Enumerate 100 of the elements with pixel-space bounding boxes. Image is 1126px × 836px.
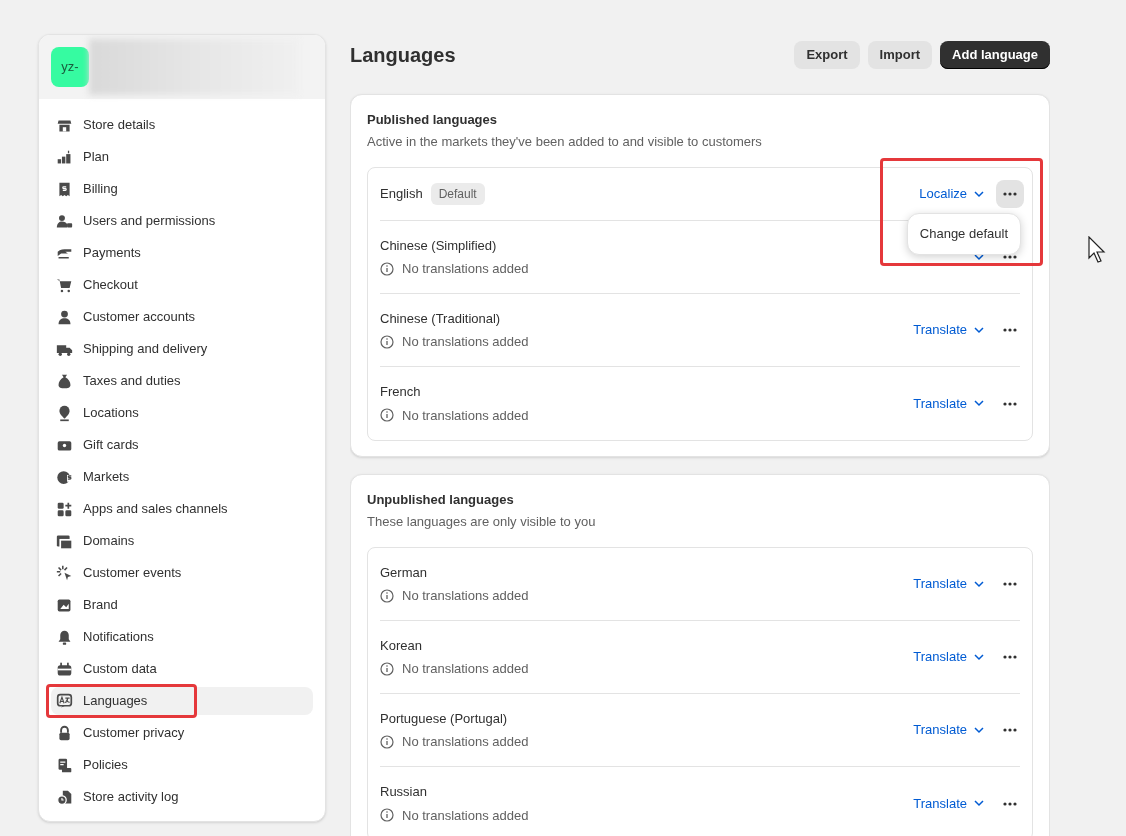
sidebar-icon xyxy=(56,724,73,742)
sidebar-item[interactable]: Shipping and delivery xyxy=(51,335,313,363)
sidebar-label: Brand xyxy=(83,596,118,615)
sidebar-item[interactable]: Checkout xyxy=(51,271,313,299)
sidebar-label: Languages xyxy=(83,692,148,711)
translation-status: No translations added xyxy=(402,733,529,751)
default-badge: Default xyxy=(430,183,485,205)
sidebar-icon xyxy=(56,372,73,390)
sidebar-item[interactable]: Notifications xyxy=(51,623,313,651)
section-subtitle: These languages are only visible to you xyxy=(367,514,597,530)
section-title: Unpublished languages xyxy=(367,492,515,508)
chevron-down-icon xyxy=(974,326,984,334)
sidebar-icon xyxy=(56,564,73,582)
translation-status: No translations added xyxy=(402,660,529,678)
more-options-icon xyxy=(1003,801,1017,806)
chevron-down-icon xyxy=(974,800,984,807)
header-button[interactable]: Import xyxy=(867,41,933,69)
action-link[interactable]: Translate xyxy=(905,789,992,818)
sidebar-item[interactable]: Taxes and duties xyxy=(51,367,313,395)
sidebar-label: Users and permissions xyxy=(83,212,216,231)
menu-item[interactable]: Change default xyxy=(911,218,1016,250)
more-options-icon xyxy=(1003,582,1017,586)
more-options-icon xyxy=(1003,655,1017,659)
sidebar-label: Locations xyxy=(83,404,139,423)
sidebar-icon xyxy=(56,468,73,486)
more-options-icon xyxy=(1003,255,1017,259)
sidebar-item[interactable]: Policies xyxy=(51,751,313,779)
sidebar-item[interactable]: Customer privacy xyxy=(51,719,313,747)
sidebar-label: Notifications xyxy=(83,628,154,647)
more-options-button[interactable] xyxy=(996,180,1024,208)
sidebar-item[interactable]: Plan xyxy=(51,143,313,171)
more-options-icon xyxy=(1003,401,1017,406)
sidebar-icon xyxy=(56,404,73,422)
sidebar-item[interactable]: Payments xyxy=(51,239,313,267)
sidebar-label: Policies xyxy=(83,756,128,775)
language-name: Korean xyxy=(380,636,422,655)
sidebar-icon xyxy=(56,788,73,806)
sidebar-label: Payments xyxy=(83,244,141,263)
sidebar-item[interactable]: Billing xyxy=(51,175,313,203)
action-link[interactable]: Translate xyxy=(905,716,992,744)
action-link[interactable]: Translate xyxy=(905,316,992,344)
sidebar-icon xyxy=(56,660,73,678)
store-avatar[interactable]: yz- xyxy=(51,47,89,87)
sidebar-icon xyxy=(56,692,73,710)
sidebar-label: Apps and sales channels xyxy=(83,500,228,519)
chevron-down-icon xyxy=(974,726,984,734)
sidebar-icon xyxy=(56,500,73,518)
sidebar-item[interactable]: Customer events xyxy=(51,559,313,587)
sidebar-label: Markets xyxy=(83,468,130,487)
language-name: Chinese (Traditional) xyxy=(380,309,501,328)
info-icon xyxy=(380,334,394,349)
translation-status: No translations added xyxy=(402,806,529,825)
action-link[interactable]: Translate xyxy=(905,570,992,598)
sidebar-label: Checkout xyxy=(83,276,138,295)
sidebar-icon xyxy=(56,212,73,230)
sidebar-item[interactable]: Brand xyxy=(51,591,313,619)
sidebar-icon xyxy=(56,180,73,198)
sidebar-item[interactable]: Custom data xyxy=(51,655,313,683)
translation-status: No translations added xyxy=(402,333,529,351)
sidebar-label: Customer privacy xyxy=(83,724,185,743)
sidebar-label: Custom data xyxy=(83,660,157,679)
language-name: Russian xyxy=(380,783,427,801)
sidebar-icon xyxy=(56,148,73,166)
sidebar-item[interactable]: Users and permissions xyxy=(51,207,313,235)
action-link[interactable]: Translate xyxy=(905,643,992,671)
info-icon xyxy=(380,261,394,276)
sidebar-item[interactable]: Locations xyxy=(51,399,313,427)
translation-status: No translations added xyxy=(402,406,529,425)
sidebar-item[interactable]: Gift cards xyxy=(51,431,313,459)
sidebar-icon xyxy=(56,628,73,646)
sidebar-item[interactable]: Domains xyxy=(51,527,313,555)
action-link[interactable]: Translate xyxy=(905,389,992,418)
sidebar-item[interactable]: Store details xyxy=(51,111,313,139)
action-link[interactable]: Localize xyxy=(911,180,992,208)
info-icon xyxy=(380,661,394,676)
sidebar-item[interactable]: Store activity log xyxy=(51,783,313,811)
sidebar-label: Customer events xyxy=(83,564,182,583)
sidebar-label: Domains xyxy=(83,532,135,551)
sidebar-label: Plan xyxy=(83,148,110,167)
sidebar-label: Store details xyxy=(83,116,156,135)
sidebar-item[interactable]: Languages xyxy=(51,687,313,715)
info-icon xyxy=(380,408,394,423)
language-name: English xyxy=(380,185,423,204)
header-button[interactable]: Export xyxy=(794,41,860,69)
chevron-down-icon xyxy=(974,580,984,588)
sidebar-label: Customer accounts xyxy=(83,308,195,327)
section-title: Published languages xyxy=(367,112,499,128)
page-title: Languages xyxy=(350,43,456,68)
language-name: German xyxy=(380,563,427,582)
language-name: Portuguese (Portugal) xyxy=(380,709,508,728)
translation-status: No translations added xyxy=(402,587,529,605)
sidebar-item[interactable]: Customer accounts xyxy=(51,303,313,331)
sidebar-item[interactable]: Markets xyxy=(51,463,313,491)
language-name: French xyxy=(380,383,421,401)
sidebar-label: Shipping and delivery xyxy=(83,340,208,359)
sidebar-label: Store activity log xyxy=(83,788,179,807)
mouse-pointer-icon xyxy=(1088,236,1108,264)
sidebar-icon xyxy=(56,308,73,326)
add-language-button[interactable]: Add language xyxy=(940,41,1050,69)
sidebar-item[interactable]: Apps and sales channels xyxy=(51,495,313,523)
